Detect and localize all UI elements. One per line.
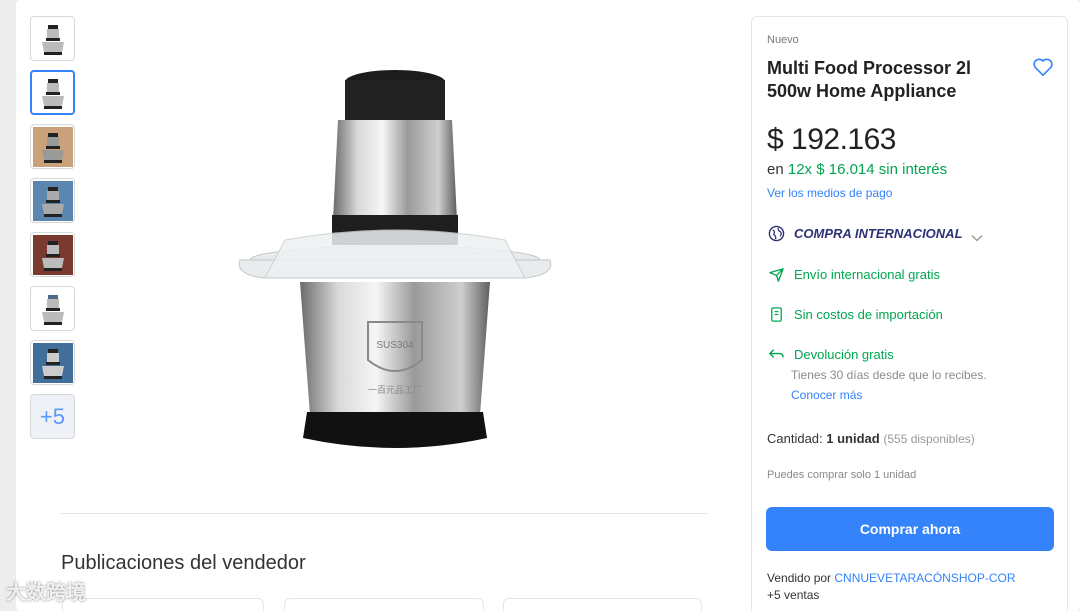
sales-count: +5 ventas: [767, 588, 820, 602]
product-thumbnail-icon: [32, 72, 73, 113]
price: $ 192.163: [767, 123, 896, 156]
thumbnail-2[interactable]: [30, 70, 75, 115]
free-returns-label: Devolución gratis: [794, 346, 894, 362]
installments-prefix: en: [767, 161, 788, 178]
product-title: Multi Food Processor 2l 500w Home Applia…: [767, 58, 972, 101]
thumbnail-6[interactable]: [30, 286, 75, 331]
payment-methods-link[interactable]: Ver los medios de pago: [767, 186, 892, 200]
thumbnail-7[interactable]: [30, 340, 75, 385]
installments-value: 12x $ 16.014 sin interés: [787, 161, 948, 178]
international-purchase-label: COMPRA INTERNACIONAL: [794, 225, 963, 241]
available-count: (555 disponibles): [883, 432, 975, 446]
thumbnail-4[interactable]: [30, 178, 75, 223]
globe-icon: [767, 224, 785, 242]
import-costs-info: Sin costos de importación: [767, 305, 943, 323]
favorite-heart-icon[interactable]: [1032, 57, 1054, 77]
receipt-icon: [767, 305, 785, 323]
condition-label: Nuevo: [767, 34, 799, 46]
purchase-limit-note: Puedes comprar solo 1 unidad: [767, 469, 917, 481]
publication-cards-row: [62, 598, 702, 611]
thumbnail-5[interactable]: [30, 232, 75, 277]
thumbnail-gallery: +5: [30, 16, 76, 448]
product-thumbnail-icon: [32, 180, 73, 221]
free-returns-info: Devolución gratis: [767, 345, 894, 363]
watermark: 大数跨境: [6, 582, 86, 604]
sold-by-prefix: Vendido por: [767, 571, 835, 585]
returns-description: Tienes 30 días desde que lo recibes.: [791, 368, 987, 382]
svg-text:SUS304: SUS304: [376, 340, 414, 351]
thumbnail-3[interactable]: [30, 124, 75, 169]
buy-box: Nuevo Multi Food Processor 2l 500w Home …: [751, 16, 1068, 611]
return-arrow-icon: [767, 345, 785, 363]
product-thumbnail-icon: [32, 18, 73, 59]
product-thumbnail-icon: [32, 342, 73, 383]
publication-card[interactable]: [503, 598, 702, 611]
product-thumbnail-icon: [32, 126, 73, 167]
svg-text:一百元品工厂: 一百元品工厂: [368, 385, 422, 396]
learn-more-link[interactable]: Conocer más: [791, 388, 862, 402]
thumbnail-1[interactable]: [30, 16, 75, 61]
quantity-selector[interactable]: Cantidad: 1 unidad (555 disponibles): [767, 431, 975, 446]
product-thumbnail-icon: [32, 288, 73, 329]
publication-card[interactable]: [62, 598, 264, 611]
food-processor-image: SUS304 一百元品工厂: [238, 70, 552, 448]
shipping-info: Envío internacional gratis: [767, 265, 940, 283]
airplane-icon: [767, 265, 785, 283]
shipping-label: Envío internacional gratis: [794, 266, 940, 282]
chevron-down-icon: [971, 229, 983, 242]
import-costs-label: Sin costos de importación: [794, 306, 943, 322]
seller-link[interactable]: CNNUEVETARACÓNSHOP-COR: [834, 571, 1015, 585]
seller-publications-heading: Publicaciones del vendedor: [61, 552, 306, 574]
section-divider: [60, 513, 708, 514]
quantity-label: Cantidad:: [767, 431, 827, 446]
publication-card[interactable]: [284, 598, 484, 611]
installments-info: en 12x $ 16.014 sin interés: [767, 161, 947, 178]
product-thumbnail-icon: [32, 234, 73, 275]
quantity-value: 1 unidad: [826, 431, 880, 446]
more-images-count: +5: [39, 403, 66, 429]
international-purchase-toggle[interactable]: COMPRA INTERNACIONAL: [767, 224, 983, 242]
sold-by-info: Vendido por CNNUEVETARACÓNSHOP-COR: [767, 571, 1016, 585]
more-images-button[interactable]: +5: [30, 394, 75, 439]
main-product-image[interactable]: SUS304 一百元品工厂: [225, 60, 570, 465]
buy-now-button[interactable]: Comprar ahora: [766, 507, 1054, 551]
